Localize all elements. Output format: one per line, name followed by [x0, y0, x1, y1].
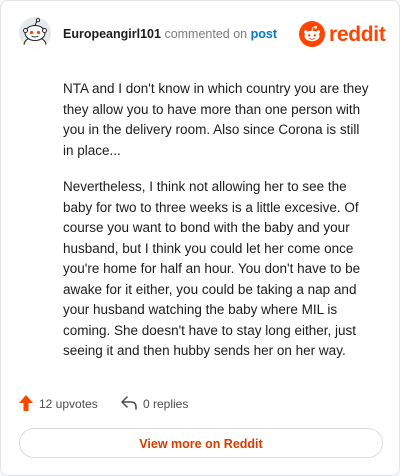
- comment-paragraph: Nevertheless, I think not allowing her t…: [63, 179, 361, 358]
- view-more-button[interactable]: View more on Reddit: [19, 428, 383, 458]
- username-link[interactable]: Europeangirl101: [63, 27, 161, 41]
- comment-paragraph: NTA and I don't know in which country yo…: [63, 81, 369, 158]
- post-link[interactable]: post: [251, 27, 277, 41]
- upvote-count: 12 upvotes: [39, 397, 98, 411]
- upvote-arrow-icon: [19, 395, 33, 414]
- reddit-snoo-icon: [299, 21, 325, 52]
- action-text: commented on: [164, 27, 248, 41]
- comment-body: NTA and I don't know in which country yo…: [63, 79, 373, 378]
- comment-header: Europeangirl101 commented on post reddit: [19, 17, 386, 53]
- snoo-avatar-icon[interactable]: [19, 17, 51, 49]
- reply-arrow-icon: [121, 396, 137, 413]
- embedded-comment-card: Europeangirl101 commented on post reddit: [0, 0, 400, 476]
- reddit-logo[interactable]: reddit: [299, 21, 386, 52]
- reddit-wordmark: reddit: [329, 23, 386, 46]
- reply-button[interactable]: 0 replies: [121, 394, 201, 414]
- reply-count: 0 replies: [143, 397, 189, 411]
- upvote-button[interactable]: 12 upvotes: [19, 394, 109, 414]
- comment-meta: Europeangirl101 commented on post: [63, 27, 277, 41]
